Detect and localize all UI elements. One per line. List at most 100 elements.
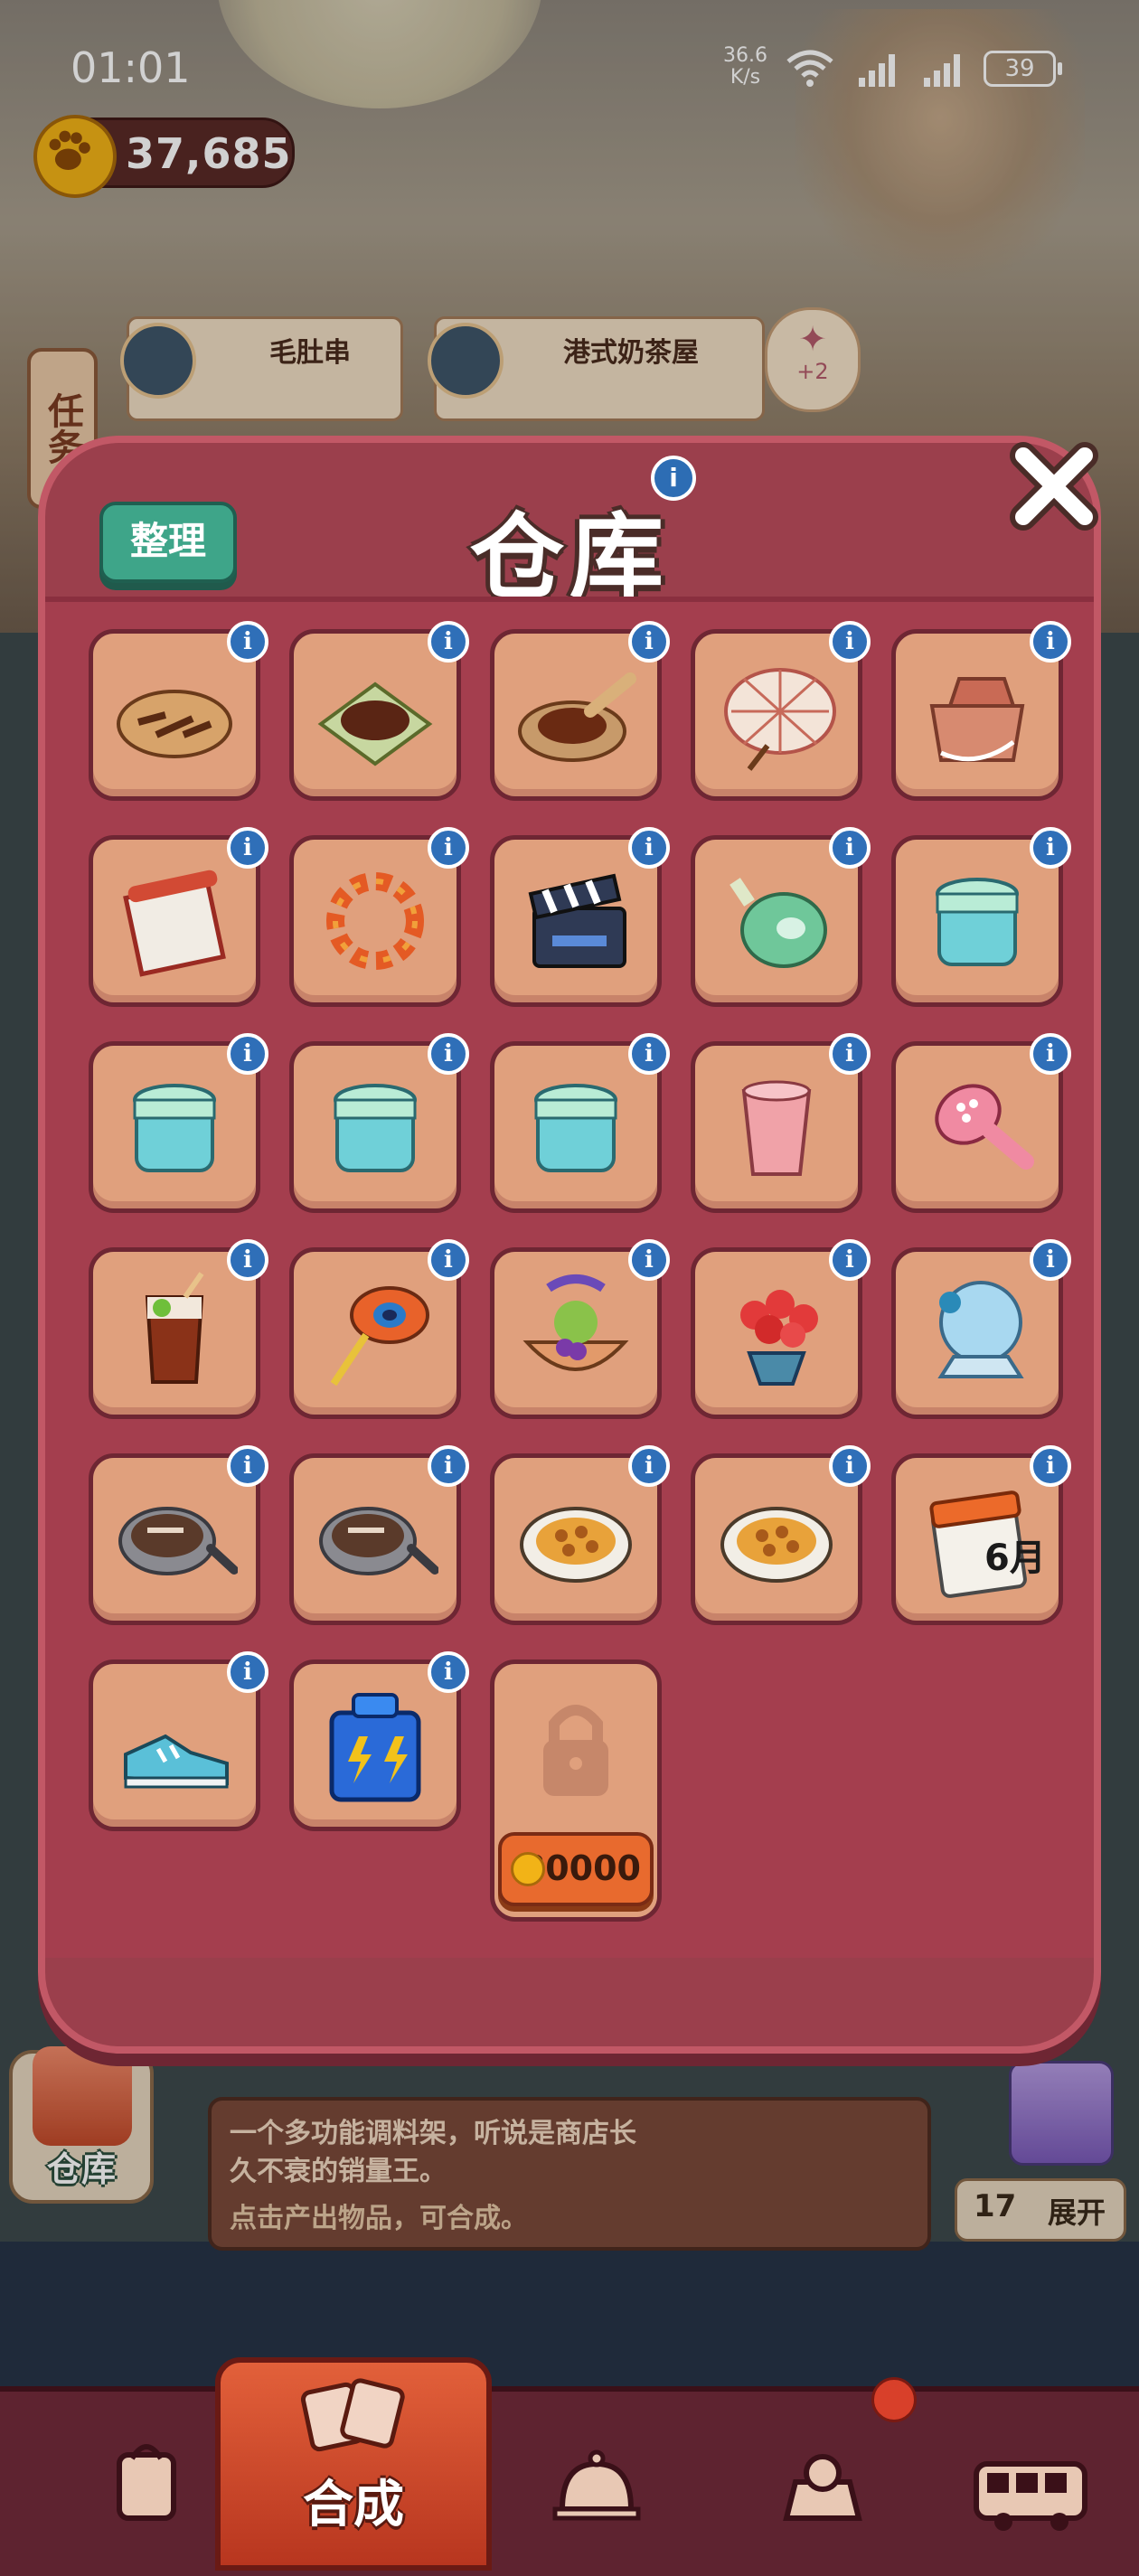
item-slot-13[interactable]: i <box>490 1033 670 1213</box>
sneaker-icon <box>124 1734 229 1789</box>
crystal-ball-icon <box>937 1281 1024 1378</box>
item-slot-23[interactable]: i <box>490 1445 670 1625</box>
bottom-nav <box>0 2386 1139 2576</box>
item-info-icon[interactable]: i <box>227 621 268 663</box>
nav-shop[interactable] <box>54 2428 235 2554</box>
film-clapperboard-icon <box>528 873 626 968</box>
basket-bag-icon <box>929 677 1025 762</box>
paper-umbrella-icon <box>724 668 836 771</box>
pink-brush-icon <box>935 1084 1034 1170</box>
item-slot-5[interactable]: i <box>891 621 1071 801</box>
tea-tray-scoop-icon <box>518 672 636 762</box>
item-slot-10[interactable]: i <box>891 827 1071 1007</box>
item-info-icon[interactable]: i <box>1030 1033 1071 1075</box>
item-info-icon[interactable]: i <box>628 1033 670 1075</box>
scroll-painting-icon <box>123 870 226 977</box>
item-slot-3[interactable]: i <box>490 621 670 801</box>
stew-pan-icon <box>319 1507 438 1575</box>
teal-jar-icon <box>936 878 1019 966</box>
mushroom-dish-icon <box>720 1507 833 1583</box>
item-info-icon[interactable]: i <box>227 1445 268 1487</box>
blue-thunder-crate-icon <box>329 1693 421 1802</box>
item-info-icon[interactable]: i <box>628 621 670 663</box>
item-info-icon[interactable]: i <box>628 1445 670 1487</box>
item-slot-1[interactable]: i <box>89 621 268 801</box>
item-slot-15[interactable]: i <box>891 1033 1071 1213</box>
item-slot-7[interactable]: i <box>289 827 469 1007</box>
calendar-text: 6月 <box>984 1537 1040 1579</box>
item-slot-21[interactable]: i <box>89 1445 268 1625</box>
paw-coin-icon <box>511 1852 545 1886</box>
item-slot-18[interactable]: i <box>490 1239 670 1419</box>
item-info-icon[interactable]: i <box>1030 827 1071 869</box>
item-info-icon[interactable]: i <box>1030 1445 1071 1487</box>
item-info-icon[interactable]: i <box>829 1033 871 1075</box>
notification-dot <box>871 2377 917 2422</box>
item-slot-16[interactable]: i <box>89 1239 268 1419</box>
item-grid: i i i i i i i i i i i i i i i i i i i i i i i i 6月 i i i 80000 <box>45 597 1094 1958</box>
stew-pan-icon <box>118 1507 238 1575</box>
item-slot-8[interactable]: i <box>490 827 670 1007</box>
item-slot-27[interactable]: i <box>289 1651 469 1831</box>
item-slot-20[interactable]: i <box>891 1239 1071 1419</box>
peacock-feather-hairpin-icon <box>330 1286 429 1387</box>
item-slot-19[interactable]: i <box>691 1239 871 1419</box>
item-info-icon[interactable]: i <box>227 1239 268 1281</box>
item-info-icon[interactable]: i <box>428 827 469 869</box>
bus-icon <box>974 2461 1087 2531</box>
item-slot-14[interactable]: i <box>691 1033 871 1213</box>
item-info-icon[interactable]: i <box>227 1033 268 1075</box>
close-icon[interactable] <box>1003 436 1105 537</box>
cloche-icon <box>552 2449 641 2521</box>
modal-header: 整理 仓库 i <box>45 442 1098 615</box>
item-info-icon[interactable]: i <box>628 1239 670 1281</box>
item-info-icon[interactable]: i <box>227 827 268 869</box>
item-info-icon[interactable]: i <box>428 1239 469 1281</box>
item-info-icon[interactable]: i <box>1030 621 1071 663</box>
item-slot-4[interactable]: i <box>691 621 871 801</box>
teal-jar-icon <box>334 1084 417 1172</box>
item-info-icon[interactable]: i <box>829 621 871 663</box>
item-slot-26[interactable]: i <box>89 1651 268 1831</box>
nav-merge[interactable]: 合成 <box>215 2357 492 2571</box>
title-info-icon[interactable]: i <box>651 456 696 501</box>
item-info-icon[interactable]: i <box>428 621 469 663</box>
nav-merge-label: 合成 <box>303 2476 404 2534</box>
maple-leaf-wreath-icon <box>326 872 424 970</box>
warehouse-modal: 整理 仓库 i i i i i i i i i i i i i i i i i i i i i i i i i 6月 i i i 800… <box>38 436 1101 2054</box>
item-info-icon[interactable]: i <box>829 1239 871 1281</box>
item-slot-6[interactable]: i <box>89 827 268 1007</box>
item-info-icon[interactable]: i <box>628 827 670 869</box>
item-slot-22[interactable]: i <box>289 1445 469 1625</box>
item-info-icon[interactable]: i <box>428 1033 469 1075</box>
shop-bag-icon <box>117 2444 176 2521</box>
item-slot-24[interactable]: i <box>691 1445 871 1625</box>
tea-pancake-icon <box>117 690 232 758</box>
locked-slot[interactable]: 80000 <box>490 1659 662 1922</box>
item-slot-9[interactable]: i <box>691 827 871 1007</box>
cards-icon <box>300 2378 405 2452</box>
green-measuring-tape-icon <box>730 878 827 968</box>
item-info-icon[interactable]: i <box>829 1445 871 1487</box>
item-slot-12[interactable]: i <box>289 1033 469 1213</box>
unlock-price-button[interactable]: 80000 <box>498 1832 654 1906</box>
item-info-icon[interactable]: i <box>227 1651 268 1693</box>
item-info-icon[interactable]: i <box>1030 1239 1071 1281</box>
item-slot-17[interactable]: i <box>289 1239 469 1419</box>
iced-drink-icon <box>145 1272 204 1384</box>
item-info-icon[interactable]: i <box>428 1445 469 1487</box>
item-slot-11[interactable]: i <box>89 1033 268 1213</box>
nav-bus[interactable] <box>940 2428 1121 2554</box>
item-info-icon[interactable]: i <box>829 827 871 869</box>
padlock-icon <box>543 1705 608 1796</box>
pink-cup-icon <box>741 1080 812 1176</box>
tea-leaves-mat-icon <box>317 682 433 766</box>
nav-map[interactable] <box>732 2428 913 2554</box>
item-slot-25[interactable]: 6月 i <box>891 1445 1071 1625</box>
teal-jar-icon <box>534 1084 617 1172</box>
nav-restaurant[interactable] <box>506 2428 687 2554</box>
fruit-basket-icon <box>522 1274 629 1371</box>
item-slot-2[interactable]: i <box>289 621 469 801</box>
teal-jar-icon <box>133 1084 216 1172</box>
item-info-icon[interactable]: i <box>428 1651 469 1693</box>
